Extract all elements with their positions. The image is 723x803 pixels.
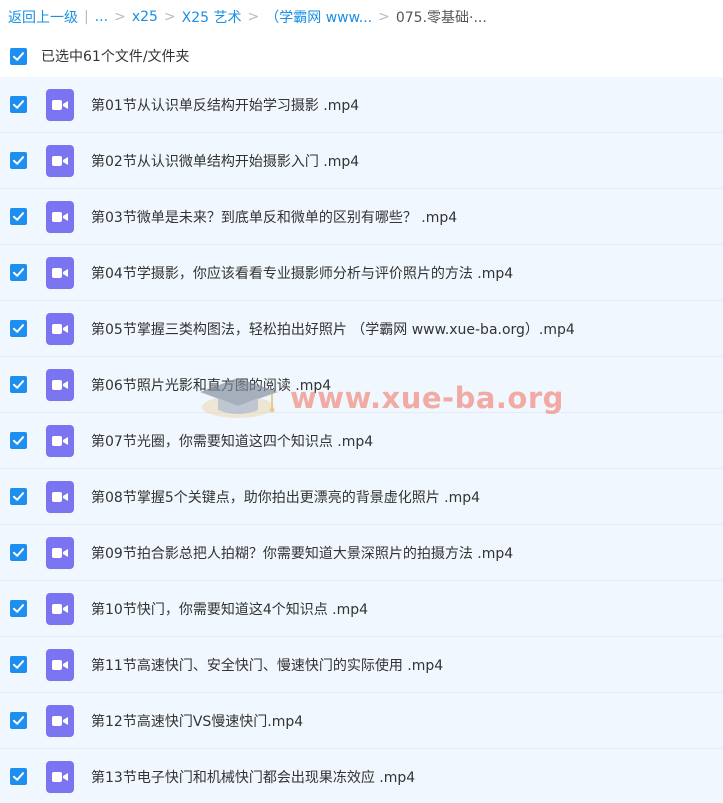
file-checkbox[interactable] [10, 600, 27, 617]
breadcrumb: 返回上一级 | ... > x25 > X25 艺术 > （学霸网 www...… [0, 0, 723, 34]
video-file-icon [46, 704, 74, 737]
file-checkbox[interactable] [10, 656, 27, 673]
check-icon [13, 380, 24, 389]
video-file-icon [46, 536, 74, 569]
file-name[interactable]: 第05节掌握三类构图法，轻松拍出好照片 （学霸网 www.xue-ba.org）… [91, 319, 575, 339]
check-icon [13, 268, 24, 277]
file-checkbox[interactable] [10, 376, 27, 393]
video-file-icon [46, 312, 74, 345]
file-checkbox[interactable] [10, 712, 27, 729]
breadcrumb-separator: > [247, 9, 260, 25]
file-name[interactable]: 第11节高速快门、安全快门、慢速快门的实际使用 .mp4 [91, 655, 443, 675]
file-row[interactable]: 第01节从认识单反结构开始学习摄影 .mp4 [0, 77, 723, 133]
file-name[interactable]: 第12节高速快门VS慢速快门.mp4 [91, 711, 303, 731]
breadcrumb-separator: > [163, 9, 176, 25]
file-row[interactable]: 第10节快门，你需要知道这4个知识点 .mp4 [0, 581, 723, 637]
file-row[interactable]: 第12节高速快门VS慢速快门.mp4 [0, 693, 723, 749]
file-list: 第01节从认识单反结构开始学习摄影 .mp4 第02节从认识微单结构开始摄影入门… [0, 77, 723, 803]
video-file-icon [46, 200, 74, 233]
video-file-icon [46, 88, 74, 121]
check-icon [13, 212, 24, 221]
file-checkbox[interactable] [10, 96, 27, 113]
breadcrumb-item-x25-art[interactable]: X25 艺术 [182, 7, 242, 27]
video-file-icon [46, 424, 74, 457]
select-all-bar: 已选中61个文件/文件夹 [0, 38, 723, 74]
check-icon [13, 436, 24, 445]
file-row[interactable]: 第04节学摄影，你应该看看专业摄影师分析与评价照片的方法 .mp4 [0, 245, 723, 301]
file-checkbox[interactable] [10, 544, 27, 561]
file-checkbox[interactable] [10, 320, 27, 337]
file-name[interactable]: 第08节掌握5个关键点，助你拍出更漂亮的背景虚化照片 .mp4 [91, 487, 480, 507]
check-icon [13, 51, 24, 61]
back-link[interactable]: 返回上一级 [8, 7, 78, 27]
breadcrumb-separator: > [114, 9, 126, 25]
file-checkbox[interactable] [10, 432, 27, 449]
file-row[interactable]: 第13节电子快门和机械快门都会出现果冻效应 .mp4 [0, 749, 723, 803]
file-name[interactable]: 第10节快门，你需要知道这4个知识点 .mp4 [91, 599, 368, 619]
file-name[interactable]: 第13节电子快门和机械快门都会出现果冻效应 .mp4 [91, 767, 415, 787]
check-icon [13, 324, 24, 333]
check-icon [13, 492, 24, 501]
select-all-checkbox[interactable] [10, 47, 27, 65]
file-checkbox[interactable] [10, 488, 27, 505]
file-name[interactable]: 第09节拍合影总把人拍糊？你需要知道大景深照片的拍摄方法 .mp4 [91, 543, 513, 563]
video-file-icon [46, 592, 74, 625]
file-name[interactable]: 第02节从认识微单结构开始摄影入门 .mp4 [91, 151, 359, 171]
video-file-icon [46, 648, 74, 681]
file-name[interactable]: 第07节光圈，你需要知道这四个知识点 .mp4 [91, 431, 373, 451]
video-file-icon [46, 144, 74, 177]
file-row[interactable]: 第02节从认识微单结构开始摄影入门 .mp4 [0, 133, 723, 189]
video-file-icon [46, 480, 74, 513]
file-row[interactable]: 第05节掌握三类构图法，轻松拍出好照片 （学霸网 www.xue-ba.org）… [0, 301, 723, 357]
breadcrumb-item-x25[interactable]: x25 [132, 9, 158, 25]
video-file-icon [46, 368, 74, 401]
breadcrumb-divider: | [84, 9, 89, 25]
file-row[interactable]: 第07节光圈，你需要知道这四个知识点 .mp4 [0, 413, 723, 469]
check-icon [13, 100, 24, 109]
breadcrumb-separator: > [378, 9, 390, 25]
check-icon [13, 548, 24, 557]
file-name[interactable]: 第01节从认识单反结构开始学习摄影 .mp4 [91, 95, 359, 115]
file-row[interactable]: 第11节高速快门、安全快门、慢速快门的实际使用 .mp4 [0, 637, 723, 693]
file-row[interactable]: 第09节拍合影总把人拍糊？你需要知道大景深照片的拍摄方法 .mp4 [0, 525, 723, 581]
breadcrumb-item-ellipsis[interactable]: ... [95, 9, 108, 25]
file-checkbox[interactable] [10, 768, 27, 785]
breadcrumb-item-current: 075.零基础·... [395, 10, 487, 26]
file-name[interactable]: 第04节学摄影，你应该看看专业摄影师分析与评价照片的方法 .mp4 [91, 263, 513, 283]
file-row[interactable]: 第06节照片光影和直方图的阅读 .mp4 [0, 357, 723, 413]
check-icon [13, 772, 24, 781]
check-icon [13, 156, 24, 165]
file-checkbox[interactable] [10, 208, 27, 225]
file-row[interactable]: 第08节掌握5个关键点，助你拍出更漂亮的背景虚化照片 .mp4 [0, 469, 723, 525]
file-name[interactable]: 第06节照片光影和直方图的阅读 .mp4 [91, 375, 331, 395]
check-icon [13, 604, 24, 613]
file-checkbox[interactable] [10, 152, 27, 169]
check-icon [13, 716, 24, 725]
check-icon [13, 660, 24, 669]
video-file-icon [46, 256, 74, 289]
video-file-icon [46, 760, 74, 793]
file-row[interactable]: 第03节微单是未来？到底单反和微单的区别有哪些？ .mp4 [0, 189, 723, 245]
selection-count-label: 已选中61个文件/文件夹 [41, 49, 190, 65]
file-name[interactable]: 第03节微单是未来？到底单反和微单的区别有哪些？ .mp4 [91, 207, 457, 227]
file-checkbox[interactable] [10, 264, 27, 281]
breadcrumb-item-xueba[interactable]: （学霸网 www... [265, 7, 372, 27]
